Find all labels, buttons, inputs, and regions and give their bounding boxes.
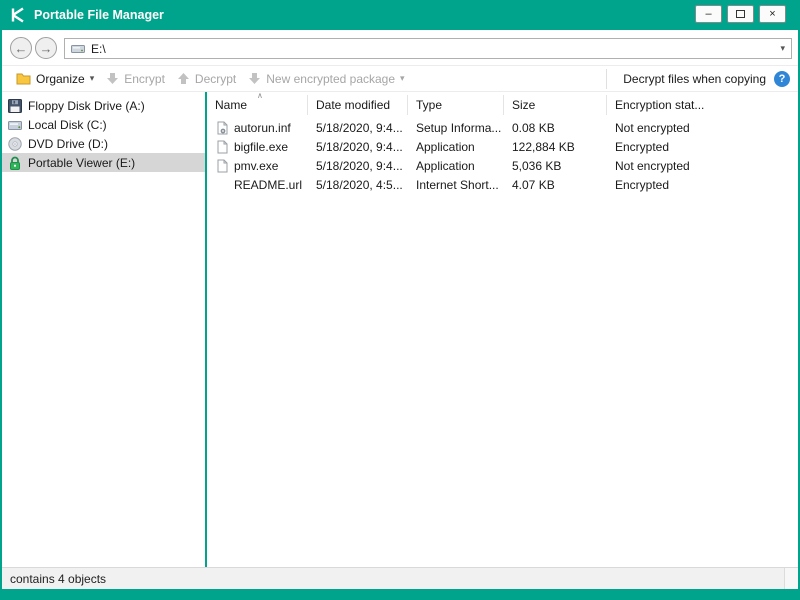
file-list: Name ∧ Date modified Type Size Encryptio… [207, 91, 798, 567]
minimize-button[interactable]: – [695, 5, 722, 23]
decrypt-button[interactable]: Decrypt [171, 68, 242, 90]
sidebar-item-label: Portable Viewer (E:) [28, 155, 136, 170]
navigation-bar: ← → E:\ ▾ [2, 30, 798, 66]
decrypt-label: Decrypt [194, 71, 237, 86]
close-button[interactable]: × [759, 5, 786, 23]
sidebar-item-local-c[interactable]: Local Disk (C:) [2, 115, 205, 134]
new-encrypted-package-label: New encrypted package [266, 71, 396, 86]
file-name-cell: pmv.exe [207, 159, 308, 173]
address-path: E:\ [91, 41, 106, 56]
sidebar-item-portable-e[interactable]: Portable Viewer (E:) [2, 153, 205, 172]
toolbar-separator [606, 68, 608, 89]
new-encrypted-package-button[interactable]: New encrypted package ▾ [242, 68, 410, 90]
forward-button[interactable]: → [35, 37, 57, 59]
down-arrow-icon [248, 72, 261, 85]
address-bar[interactable]: E:\ ▾ [64, 38, 792, 59]
folder-icon [16, 72, 31, 85]
sidebar-item-label: DVD Drive (D:) [28, 136, 108, 151]
close-icon: × [769, 7, 776, 20]
organize-button[interactable]: Organize ▾ [10, 68, 100, 90]
encrypt-button[interactable]: Encrypt [100, 68, 171, 90]
dvd-disc-icon [8, 136, 22, 151]
column-header-size[interactable]: Size [504, 95, 607, 115]
file-encryption-cell: Encrypted [615, 139, 670, 154]
minimize-icon: – [705, 7, 712, 20]
maximize-button[interactable] [727, 5, 754, 23]
hard-disk-icon [8, 119, 22, 131]
drive-sidebar: Floppy Disk Drive (A:) Local Disk (C:) D… [2, 92, 205, 567]
file-type-cell: Setup Informa... [416, 120, 502, 135]
sort-ascending-icon: ∧ [257, 91, 263, 100]
resize-grip[interactable] [784, 568, 798, 589]
encrypt-label: Encrypt [124, 71, 165, 86]
file-name-cell: autorun.inf [207, 121, 308, 135]
app-window: Portable File Manager – × ← → E:\ ▾ Orga… [0, 0, 800, 600]
file-icon [215, 140, 229, 154]
maximize-icon [736, 10, 745, 18]
file-encryption-cell: Encrypted [615, 177, 670, 192]
file-date-cell: 5/18/2020, 4:5... [316, 177, 403, 192]
sidebar-item-label: Floppy Disk Drive (A:) [28, 98, 145, 113]
column-header-name[interactable]: Name ∧ [207, 91, 308, 115]
file-row[interactable]: pmv.exe 5/18/2020, 9:4... Application 5,… [207, 156, 798, 175]
setup-file-icon [215, 121, 229, 135]
file-size-cell: 5,036 KB [512, 158, 562, 173]
window-title: Portable File Manager [34, 8, 164, 22]
help-icon[interactable]: ? [774, 70, 790, 87]
window-content: ← → E:\ ▾ Organize ▾ Encrypt Decrypt New… [2, 30, 798, 589]
file-icon [215, 159, 229, 173]
file-name-cell: bigfile.exe [207, 140, 308, 154]
sidebar-item-label: Local Disk (C:) [28, 117, 107, 132]
file-date-cell: 5/18/2020, 9:4... [316, 158, 403, 173]
file-name-cell: README.url [207, 178, 308, 192]
new-package-chevron-icon: ▾ [400, 73, 405, 83]
column-header-date-modified[interactable]: Date modified [308, 95, 408, 115]
toolbar: Organize ▾ Encrypt Decrypt New encrypted… [2, 66, 798, 92]
kaspersky-logo-icon [10, 7, 26, 23]
back-arrow-icon: ← [14, 40, 28, 56]
file-list-header: Name ∧ Date modified Type Size Encryptio… [207, 91, 798, 118]
file-type-cell: Application [416, 158, 475, 173]
file-date-cell: 5/18/2020, 9:4... [316, 139, 403, 154]
organize-chevron-icon: ▾ [89, 73, 95, 83]
organize-label: Organize [36, 71, 85, 86]
down-arrow-icon [106, 72, 119, 85]
status-text: contains 4 objects [10, 571, 107, 586]
decrypt-when-copying-label: Decrypt files when copying [623, 71, 766, 86]
file-row[interactable]: autorun.inf 5/18/2020, 9:4... Setup Info… [207, 118, 798, 137]
file-size-cell: 0.08 KB [512, 120, 555, 135]
main-area: Floppy Disk Drive (A:) Local Disk (C:) D… [2, 91, 798, 567]
file-size-cell: 122,884 KB [512, 139, 575, 154]
drive-icon [71, 43, 85, 55]
file-type-cell: Application [416, 139, 475, 154]
file-icon-placeholder [215, 178, 229, 192]
window-titlebar: Portable File Manager – × [0, 0, 800, 30]
file-date-cell: 5/18/2020, 9:4... [316, 120, 403, 135]
file-row[interactable]: README.url 5/18/2020, 4:5... Internet Sh… [207, 175, 798, 194]
file-type-cell: Internet Short... [416, 177, 499, 192]
file-row[interactable]: bigfile.exe 5/18/2020, 9:4... Applicatio… [207, 137, 798, 156]
sidebar-item-floppy-a[interactable]: Floppy Disk Drive (A:) [2, 96, 205, 115]
forward-arrow-icon: → [39, 40, 53, 56]
file-encryption-cell: Not encrypted [615, 158, 690, 173]
lock-icon [8, 156, 22, 170]
column-header-encryption-status[interactable]: Encryption stat... [607, 95, 798, 115]
up-arrow-icon [177, 72, 190, 85]
sidebar-item-dvd-d[interactable]: DVD Drive (D:) [2, 134, 205, 153]
back-button[interactable]: ← [10, 37, 32, 59]
file-size-cell: 4.07 KB [512, 177, 555, 192]
address-dropdown-icon[interactable]: ▾ [780, 43, 785, 54]
status-bar: contains 4 objects [2, 567, 798, 589]
file-encryption-cell: Not encrypted [615, 120, 690, 135]
column-header-type[interactable]: Type [408, 95, 504, 115]
floppy-disk-icon [8, 98, 22, 113]
